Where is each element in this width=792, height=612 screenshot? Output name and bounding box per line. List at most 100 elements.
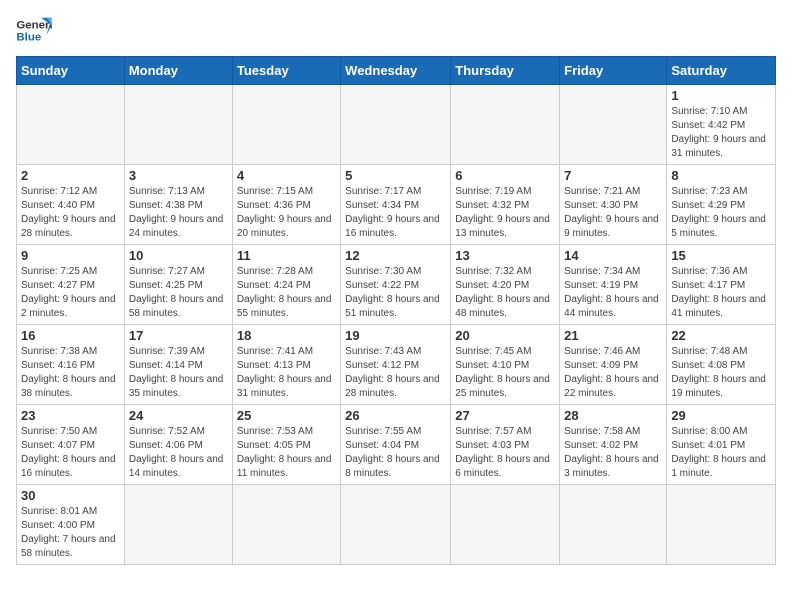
calendar-cell <box>341 85 451 165</box>
calendar-week-row: 1 Sunrise: 7:10 AM Sunset: 4:42 PM Daylig… <box>17 85 776 165</box>
day-number: 8 <box>671 168 771 183</box>
day-number: 12 <box>345 248 446 263</box>
day-number: 7 <box>564 168 662 183</box>
calendar-cell <box>451 485 560 565</box>
calendar-cell <box>17 85 125 165</box>
day-info: Sunrise: 8:01 AM Sunset: 4:00 PM Dayligh… <box>21 505 120 561</box>
calendar-cell: 27 Sunrise: 7:57 AM Sunset: 4:03 PM Dayli… <box>451 405 560 485</box>
day-header-wednesday: Wednesday <box>341 57 451 85</box>
day-info: Sunrise: 7:25 AM Sunset: 4:27 PM Dayligh… <box>21 265 120 321</box>
calendar-cell: 14 Sunrise: 7:34 AM Sunset: 4:19 PM Dayli… <box>560 245 667 325</box>
day-number: 15 <box>671 248 771 263</box>
calendar-cell: 5Sunrise: 7:17 AM Sunset: 4:34 PM Daylig… <box>341 165 451 245</box>
day-info: Sunrise: 7:48 AM Sunset: 4:08 PM Dayligh… <box>671 345 771 401</box>
calendar-cell: 24 Sunrise: 7:52 AM Sunset: 4:06 PM Dayli… <box>124 405 232 485</box>
calendar-cell: 8 Sunrise: 7:23 AM Sunset: 4:29 PM Daylig… <box>667 165 776 245</box>
calendar-cell: 7 Sunrise: 7:21 AM Sunset: 4:30 PM Daylig… <box>560 165 667 245</box>
day-number: 1 <box>671 88 771 103</box>
calendar-cell <box>560 85 667 165</box>
day-info: Sunrise: 7:19 AM Sunset: 4:32 PM Dayligh… <box>455 185 555 241</box>
calendar-cell: 6 Sunrise: 7:19 AM Sunset: 4:32 PM Daylig… <box>451 165 560 245</box>
calendar-cell: 20 Sunrise: 7:45 AM Sunset: 4:10 PM Dayli… <box>451 325 560 405</box>
day-number: 6 <box>455 168 555 183</box>
day-number: 26 <box>345 408 446 423</box>
calendar-cell <box>232 485 340 565</box>
calendar-cell: 22Sunrise: 7:48 AM Sunset: 4:08 PM Dayli… <box>667 325 776 405</box>
day-number: 17 <box>129 328 228 343</box>
calendar-cell <box>232 85 340 165</box>
calendar-cell: 10 Sunrise: 7:27 AM Sunset: 4:25 PM Dayli… <box>124 245 232 325</box>
calendar-cell <box>124 485 232 565</box>
calendar-week-row: 23Sunrise: 7:50 AM Sunset: 4:07 PM Dayli… <box>17 405 776 485</box>
day-number: 4 <box>237 168 336 183</box>
calendar-cell: 17Sunrise: 7:39 AM Sunset: 4:14 PM Dayli… <box>124 325 232 405</box>
day-number: 29 <box>671 408 771 423</box>
day-info: Sunrise: 7:15 AM Sunset: 4:36 PM Dayligh… <box>237 185 336 241</box>
day-number: 28 <box>564 408 662 423</box>
calendar-week-row: 9 Sunrise: 7:25 AM Sunset: 4:27 PM Daylig… <box>17 245 776 325</box>
day-number: 14 <box>564 248 662 263</box>
calendar-cell: 26 Sunrise: 7:55 AM Sunset: 4:04 PM Dayli… <box>341 405 451 485</box>
day-number: 30 <box>21 488 120 503</box>
day-info: Sunrise: 7:27 AM Sunset: 4:25 PM Dayligh… <box>129 265 228 321</box>
day-info: Sunrise: 7:17 AM Sunset: 4:34 PM Dayligh… <box>345 185 446 241</box>
calendar-cell <box>124 85 232 165</box>
day-number: 20 <box>455 328 555 343</box>
calendar-cell: 25Sunrise: 7:53 AM Sunset: 4:05 PM Dayli… <box>232 405 340 485</box>
day-header-saturday: Saturday <box>667 57 776 85</box>
calendar-cell <box>341 485 451 565</box>
calendar-cell: 12Sunrise: 7:30 AM Sunset: 4:22 PM Dayli… <box>341 245 451 325</box>
day-info: Sunrise: 7:52 AM Sunset: 4:06 PM Dayligh… <box>129 425 228 481</box>
day-number: 13 <box>455 248 555 263</box>
day-info: Sunrise: 7:45 AM Sunset: 4:10 PM Dayligh… <box>455 345 555 401</box>
day-info: Sunrise: 7:41 AM Sunset: 4:13 PM Dayligh… <box>237 345 336 401</box>
day-number: 18 <box>237 328 336 343</box>
day-info: Sunrise: 7:43 AM Sunset: 4:12 PM Dayligh… <box>345 345 446 401</box>
calendar-week-row: 2Sunrise: 7:12 AM Sunset: 4:40 PM Daylig… <box>17 165 776 245</box>
day-info: Sunrise: 8:00 AM Sunset: 4:01 PM Dayligh… <box>671 425 771 481</box>
day-number: 24 <box>129 408 228 423</box>
day-info: Sunrise: 7:55 AM Sunset: 4:04 PM Dayligh… <box>345 425 446 481</box>
calendar-cell: 16 Sunrise: 7:38 AM Sunset: 4:16 PM Dayli… <box>17 325 125 405</box>
day-info: Sunrise: 7:50 AM Sunset: 4:07 PM Dayligh… <box>21 425 120 481</box>
calendar-table: SundayMondayTuesdayWednesdayThursdayFrid… <box>16 56 776 565</box>
calendar-cell: 2Sunrise: 7:12 AM Sunset: 4:40 PM Daylig… <box>17 165 125 245</box>
calendar-cell: 15 Sunrise: 7:36 AM Sunset: 4:17 PM Dayli… <box>667 245 776 325</box>
calendar-cell: 13 Sunrise: 7:32 AM Sunset: 4:20 PM Dayli… <box>451 245 560 325</box>
day-header-monday: Monday <box>124 57 232 85</box>
logo-icon: General Blue <box>16 16 52 46</box>
calendar-cell: 11Sunrise: 7:28 AM Sunset: 4:24 PM Dayli… <box>232 245 340 325</box>
day-number: 10 <box>129 248 228 263</box>
calendar-cell: 30 Sunrise: 8:01 AM Sunset: 4:00 PM Dayli… <box>17 485 125 565</box>
day-info: Sunrise: 7:57 AM Sunset: 4:03 PM Dayligh… <box>455 425 555 481</box>
day-info: Sunrise: 7:10 AM Sunset: 4:42 PM Dayligh… <box>671 105 771 161</box>
day-info: Sunrise: 7:21 AM Sunset: 4:30 PM Dayligh… <box>564 185 662 241</box>
day-number: 16 <box>21 328 120 343</box>
day-header-friday: Friday <box>560 57 667 85</box>
calendar-cell: 21Sunrise: 7:46 AM Sunset: 4:09 PM Dayli… <box>560 325 667 405</box>
day-number: 19 <box>345 328 446 343</box>
calendar-cell <box>560 485 667 565</box>
page-header: General Blue <box>16 16 776 46</box>
calendar-cell: 19 Sunrise: 7:43 AM Sunset: 4:12 PM Dayli… <box>341 325 451 405</box>
calendar-header-row: SundayMondayTuesdayWednesdayThursdayFrid… <box>17 57 776 85</box>
day-number: 21 <box>564 328 662 343</box>
day-info: Sunrise: 7:53 AM Sunset: 4:05 PM Dayligh… <box>237 425 336 481</box>
day-info: Sunrise: 7:38 AM Sunset: 4:16 PM Dayligh… <box>21 345 120 401</box>
day-info: Sunrise: 7:32 AM Sunset: 4:20 PM Dayligh… <box>455 265 555 321</box>
day-number: 3 <box>129 168 228 183</box>
calendar-cell: 28 Sunrise: 7:58 AM Sunset: 4:02 PM Dayli… <box>560 405 667 485</box>
day-info: Sunrise: 7:23 AM Sunset: 4:29 PM Dayligh… <box>671 185 771 241</box>
calendar-cell: 1 Sunrise: 7:10 AM Sunset: 4:42 PM Daylig… <box>667 85 776 165</box>
calendar-cell: 18 Sunrise: 7:41 AM Sunset: 4:13 PM Dayli… <box>232 325 340 405</box>
day-info: Sunrise: 7:13 AM Sunset: 4:38 PM Dayligh… <box>129 185 228 241</box>
calendar-cell: 9 Sunrise: 7:25 AM Sunset: 4:27 PM Daylig… <box>17 245 125 325</box>
day-header-sunday: Sunday <box>17 57 125 85</box>
day-info: Sunrise: 7:36 AM Sunset: 4:17 PM Dayligh… <box>671 265 771 321</box>
day-info: Sunrise: 7:58 AM Sunset: 4:02 PM Dayligh… <box>564 425 662 481</box>
day-number: 9 <box>21 248 120 263</box>
logo: General Blue <box>16 16 52 46</box>
day-number: 11 <box>237 248 336 263</box>
day-info: Sunrise: 7:34 AM Sunset: 4:19 PM Dayligh… <box>564 265 662 321</box>
day-number: 27 <box>455 408 555 423</box>
